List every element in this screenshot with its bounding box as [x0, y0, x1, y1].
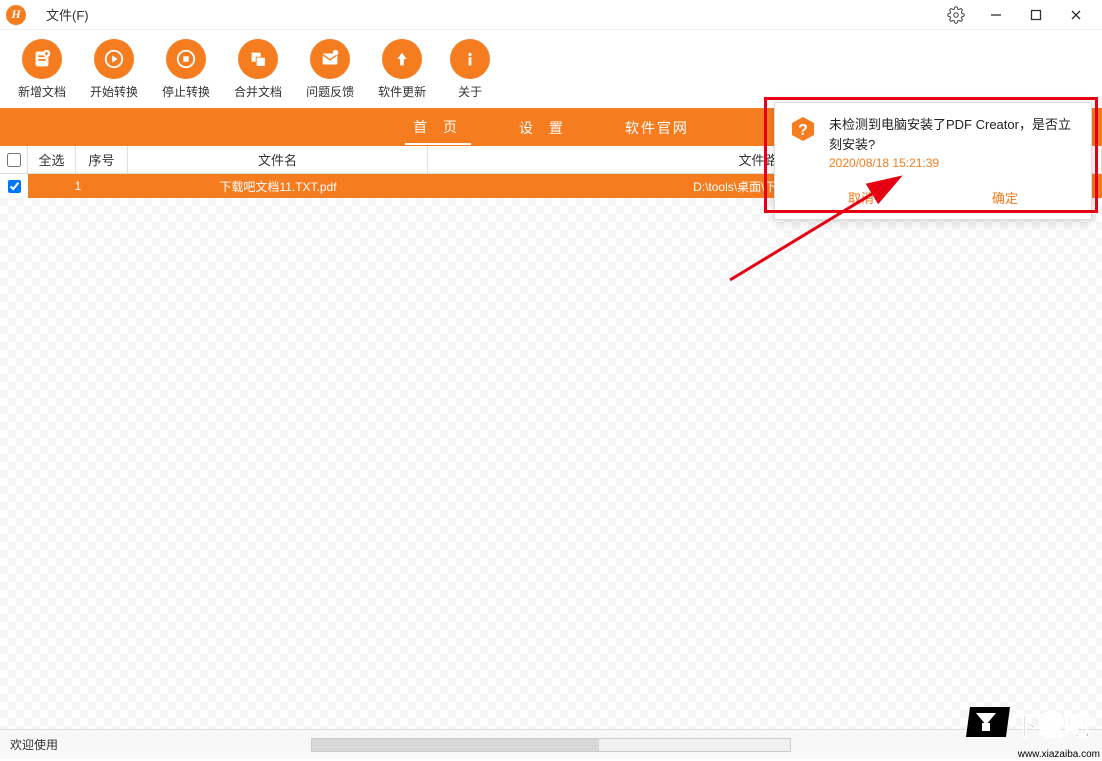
column-header-name: 文件名	[128, 146, 428, 173]
select-all-checkbox[interactable]	[0, 146, 28, 173]
stop-convert-button[interactable]: 停止转换	[162, 39, 210, 100]
popup-timestamp: 2020/08/18 15:21:39	[829, 156, 1077, 170]
new-document-icon	[22, 39, 62, 79]
status-text: 欢迎使用	[10, 736, 58, 753]
about-button[interactable]: 关于	[450, 39, 490, 100]
row-filename: 下载吧文档11.TXT.pdf	[128, 174, 428, 198]
titlebar: H 文件(F)	[0, 0, 1102, 30]
row-index: 1	[28, 174, 128, 198]
select-all-label[interactable]: 全选	[28, 146, 76, 173]
toolbar-label: 问题反馈	[306, 83, 354, 100]
popup-confirm-button[interactable]: 确定	[972, 184, 1038, 211]
play-icon	[94, 39, 134, 79]
notification-popup: ? 未检测到电脑安装了PDF Creator，是否立刻安装? 2020/08/1…	[774, 102, 1092, 220]
toolbar-label: 开始转换	[90, 83, 138, 100]
status-bar: 欢迎使用	[0, 729, 1102, 759]
horizontal-scrollbar[interactable]	[311, 738, 791, 752]
feedback-icon	[310, 39, 350, 79]
feedback-button[interactable]: 问题反馈	[306, 39, 354, 100]
column-header-index: 序号	[76, 146, 128, 173]
tab-website[interactable]: 软件官网	[617, 110, 697, 144]
question-icon: ?	[789, 115, 817, 143]
start-convert-button[interactable]: 开始转换	[90, 39, 138, 100]
stop-icon	[166, 39, 206, 79]
tab-settings[interactable]: 设 置	[511, 110, 577, 144]
svg-text:?: ?	[798, 122, 808, 139]
merge-icon	[238, 39, 278, 79]
toolbar-label: 软件更新	[378, 83, 426, 100]
minimize-button[interactable]	[976, 1, 1016, 29]
close-button[interactable]	[1056, 1, 1096, 29]
new-document-button[interactable]: 新增文档	[18, 39, 66, 100]
software-update-button[interactable]: 软件更新	[378, 39, 426, 100]
popup-message: 未检测到电脑安装了PDF Creator，是否立刻安装?	[829, 115, 1077, 154]
toolbar-label: 新增文档	[18, 83, 66, 100]
tab-home[interactable]: 首 页	[405, 109, 471, 145]
file-list: 1 下载吧文档11.TXT.pdf D:\tools\桌面\下载吧文档11	[0, 174, 1102, 729]
maximize-button[interactable]	[1016, 1, 1056, 29]
file-menu[interactable]: 文件(F)	[46, 5, 89, 24]
toolbar: 新增文档 开始转换 停止转换 合并文档 问题反馈 软件更新 关于	[0, 30, 1102, 108]
info-icon	[450, 39, 490, 79]
settings-icon[interactable]	[936, 1, 976, 29]
app-logo: H	[6, 5, 26, 25]
row-checkbox[interactable]	[0, 174, 28, 198]
update-icon	[382, 39, 422, 79]
merge-document-button[interactable]: 合并文档	[234, 39, 282, 100]
toolbar-label: 停止转换	[162, 83, 210, 100]
popup-cancel-button[interactable]: 取消	[828, 184, 894, 211]
toolbar-label: 合并文档	[234, 83, 282, 100]
toolbar-label: 关于	[458, 83, 482, 100]
